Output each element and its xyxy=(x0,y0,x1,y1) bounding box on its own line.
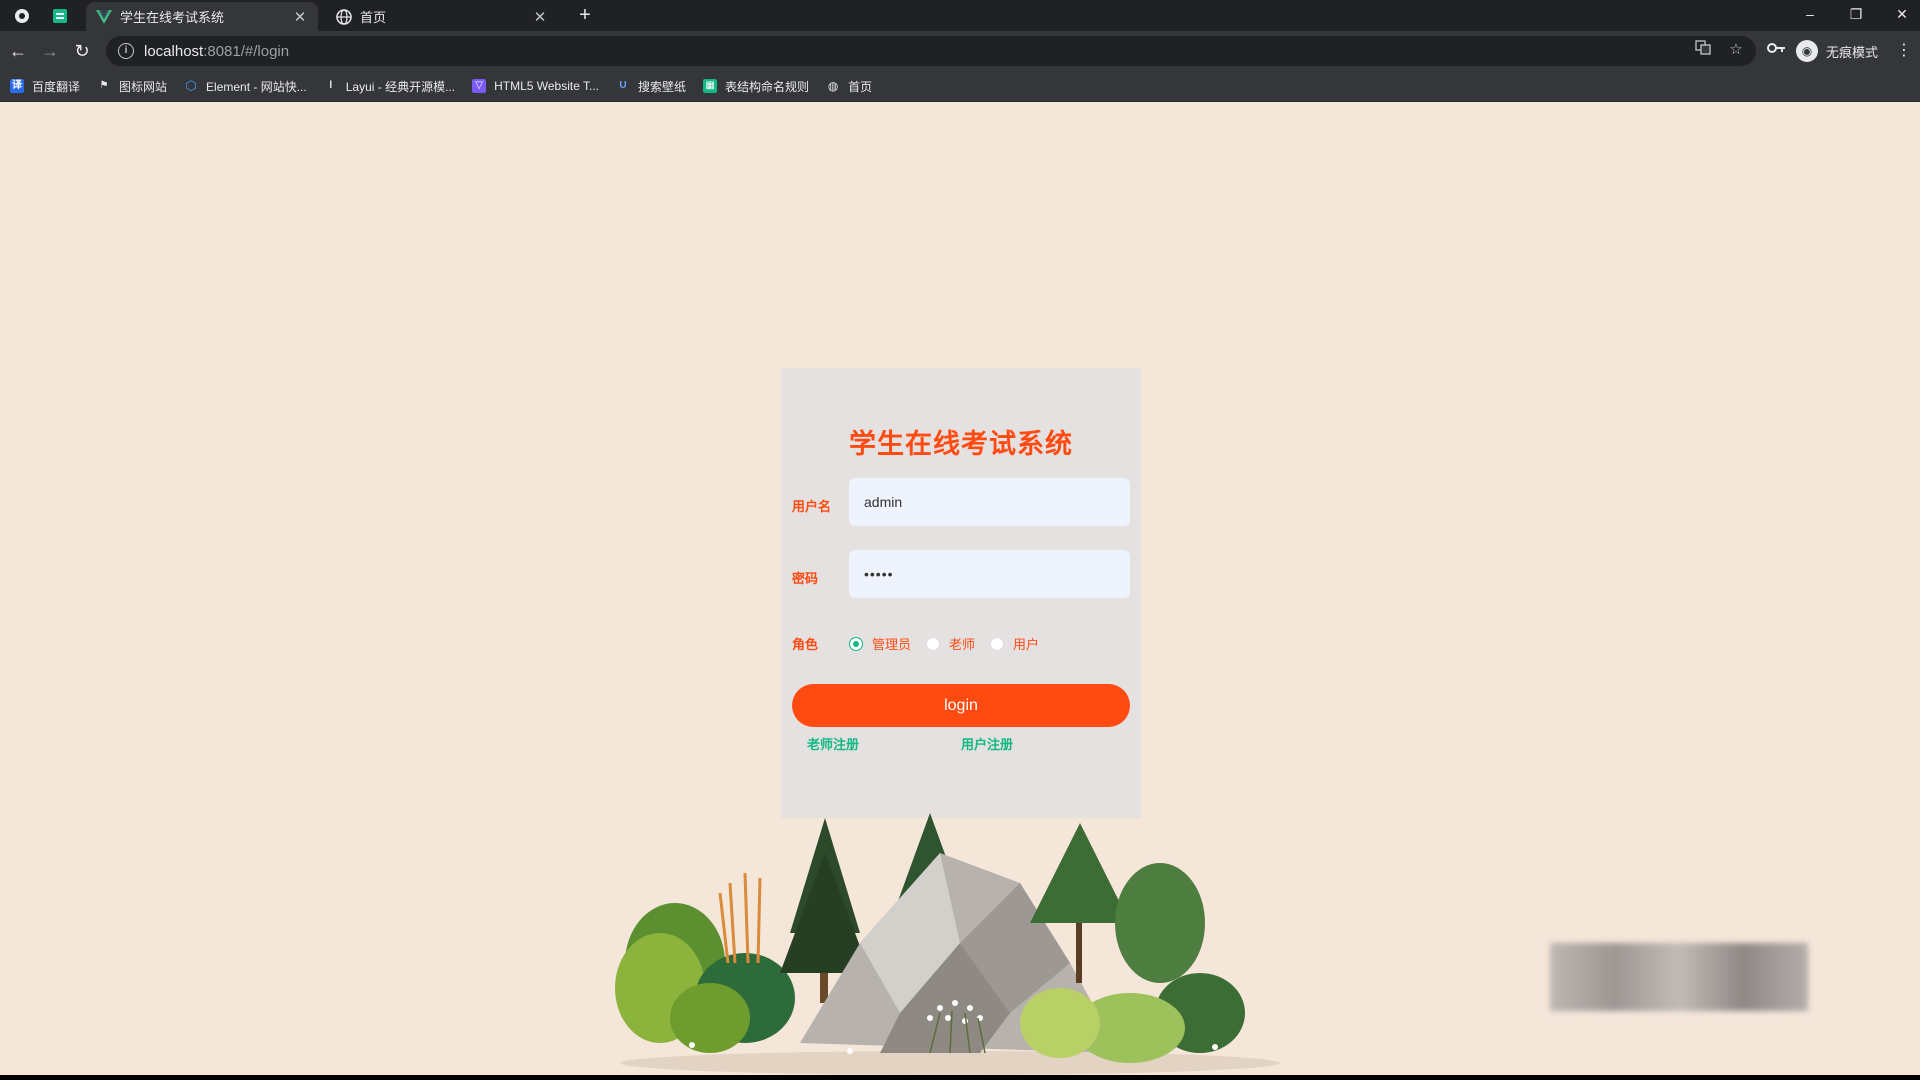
bookmarks-bar: 译百度翻译 ⚑ 图标网站 ⬡ Element - 网站快... l Layui - 经… xyxy=(0,71,1920,102)
bookmark-star-icon[interactable]: ☆ xyxy=(1725,39,1747,61)
globe-icon: ◍ xyxy=(827,79,839,93)
role-radio-group: 管理员 老师 用户 xyxy=(849,634,1054,653)
vue-icon xyxy=(96,9,112,24)
bookmark-wallpaper[interactable]: U 搜索壁纸 xyxy=(616,78,686,95)
translate-icon[interactable] xyxy=(1692,39,1714,61)
pinned-tab-icon[interactable] xyxy=(50,6,70,26)
layui-icon: l xyxy=(329,80,333,91)
bookmark-home[interactable]: ◍ 首页 xyxy=(826,78,872,95)
key-icon[interactable] xyxy=(1765,39,1787,61)
bookmark-table-naming[interactable]: ▦ 表结构命名规则 xyxy=(703,78,809,95)
new-tab-icon[interactable]: + xyxy=(574,5,596,27)
forward-arrow-icon[interactable]: → xyxy=(39,40,61,62)
browser-window: 学生在线考试系统 ✕ 首页 ✕ + – ❐ ✕ ← → ↻ i localhos… xyxy=(0,0,1920,1080)
login-button[interactable]: login xyxy=(792,684,1130,727)
role-radio-admin[interactable] xyxy=(849,636,863,651)
tab-close-icon[interactable]: ✕ xyxy=(532,8,548,26)
bottom-edge xyxy=(0,1075,1920,1080)
login-page: 学生在线考试系统 用户名 密码 角色 管理员 老师 用户 login 老师注册 … xyxy=(0,102,1920,1075)
login-title: 学生在线考试系统 xyxy=(849,429,1073,459)
url-host: localhost xyxy=(144,42,204,60)
html5-icon: ▽ xyxy=(472,79,487,93)
tab-title: 首页 xyxy=(360,10,387,25)
teacher-register-link[interactable]: 老师注册 xyxy=(807,734,859,753)
user-register-link[interactable]: 用户注册 xyxy=(961,734,1013,753)
password-label: 密码 xyxy=(792,571,819,586)
bookmark-icon-site[interactable]: ⚑ 图标网站 xyxy=(97,78,168,95)
address-bar[interactable]: i localhost:8081/#/login xyxy=(106,36,1756,66)
minimize-icon[interactable]: – xyxy=(1795,4,1825,26)
bookmark-html5-templates[interactable]: ▽ HTML5 Website T... xyxy=(472,79,599,93)
role-radio-user[interactable] xyxy=(990,636,1005,651)
profile-label: 无痕模式 xyxy=(1826,44,1879,60)
landscape-illustration xyxy=(615,813,1280,1075)
flag-icon: ⚑ xyxy=(99,80,109,91)
reload-icon[interactable]: ↻ xyxy=(71,40,93,62)
wallpaper-icon: U xyxy=(619,80,627,91)
login-card: 学生在线考试系统 用户名 密码 角色 管理员 老师 用户 login 老师注册 … xyxy=(781,368,1141,818)
role-label: 角色 xyxy=(792,637,819,652)
sheet-icon: ▦ xyxy=(703,79,718,93)
translate-bookmark-icon: 译 xyxy=(10,79,24,93)
window-close-icon[interactable]: ✕ xyxy=(1887,4,1917,26)
restore-icon[interactable]: ❐ xyxy=(1841,4,1871,26)
tab-exam-system[interactable]: 学生在线考试系统 ✕ xyxy=(86,2,318,31)
tab-strip: 学生在线考试系统 ✕ 首页 ✕ + – ❐ ✕ xyxy=(0,0,1920,31)
globe-icon xyxy=(336,8,352,25)
browser-menu-icon[interactable]: ⋮ xyxy=(1896,40,1912,60)
element-hex-icon: ⬡ xyxy=(185,78,197,93)
blurred-overlay xyxy=(1550,943,1808,1011)
bookmark-element[interactable]: ⬡ Element - 网站快... xyxy=(184,78,306,95)
url-path: :8081/#/login xyxy=(203,42,290,60)
tab-search-icon[interactable] xyxy=(12,6,32,26)
tab-close-icon[interactable]: ✕ xyxy=(292,8,308,26)
password-input[interactable] xyxy=(849,550,1130,598)
role-option-label[interactable]: 管理员 xyxy=(872,634,911,653)
incognito-icon: ◉ xyxy=(1796,40,1818,62)
username-label: 用户名 xyxy=(792,499,832,514)
back-arrow-icon[interactable]: ← xyxy=(7,40,29,62)
browser-toolbar: ← → ↻ i localhost:8081/#/login ☆ ◉ 无痕模式 xyxy=(0,31,1920,71)
bookmark-layui[interactable]: l Layui - 经典开源模... xyxy=(324,78,455,95)
info-icon[interactable]: i xyxy=(118,43,134,59)
incognito-profile[interactable]: ◉ 无痕模式 xyxy=(1796,37,1878,65)
username-input[interactable] xyxy=(849,478,1130,526)
role-option-label[interactable]: 老师 xyxy=(949,634,975,653)
role-radio-teacher[interactable] xyxy=(926,636,941,651)
role-option-label[interactable]: 用户 xyxy=(1013,634,1039,653)
bookmark-baidu-translate[interactable]: 译百度翻译 xyxy=(10,78,80,95)
tab-title: 学生在线考试系统 xyxy=(120,10,225,25)
tab-home[interactable]: 首页 ✕ xyxy=(326,2,558,31)
